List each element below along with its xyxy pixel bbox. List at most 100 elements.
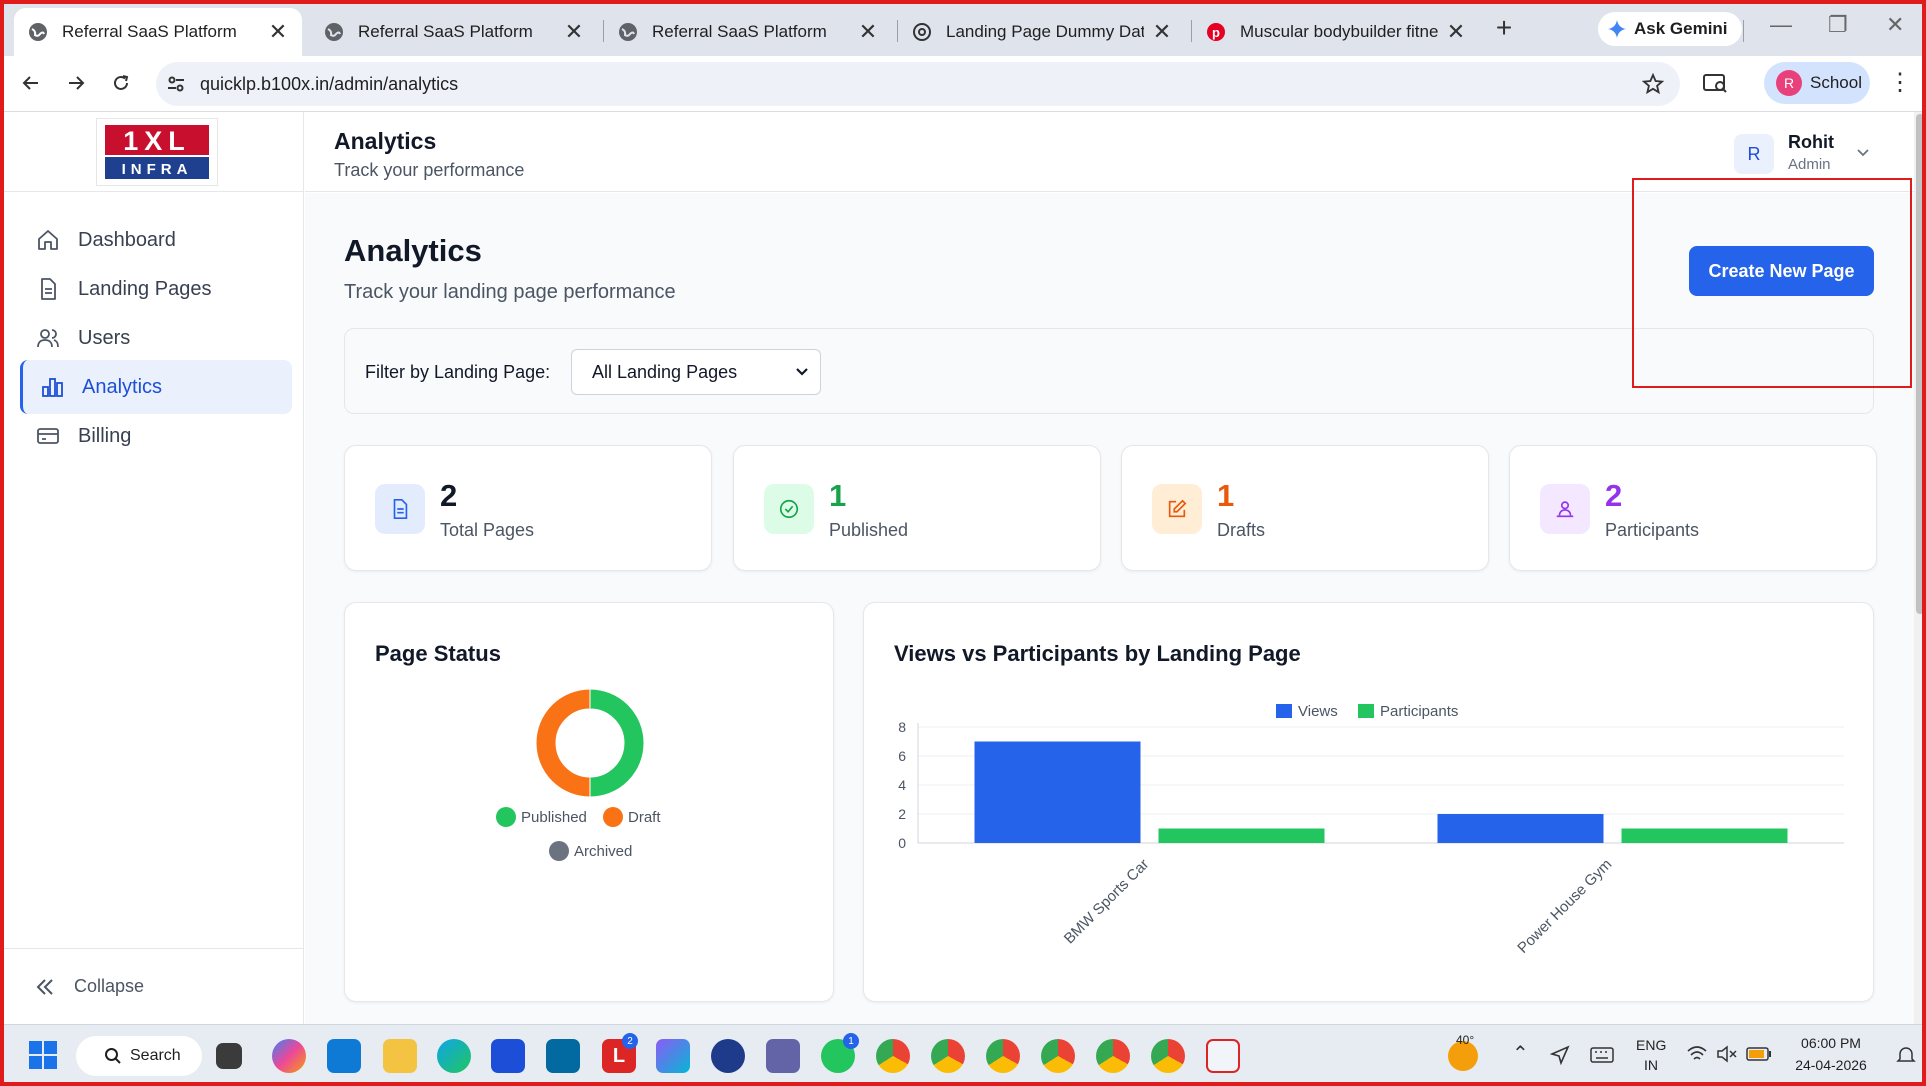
bar-views[interactable] [974, 741, 1141, 844]
chrome-icon[interactable] [1151, 1039, 1185, 1073]
close-icon[interactable]: ✕ [268, 19, 288, 45]
speaker-muted-icon[interactable] [1716, 1045, 1738, 1063]
legend-label[interactable]: Draft [628, 809, 661, 826]
language-top[interactable]: ENG [1636, 1037, 1666, 1053]
file-explorer-icon[interactable] [383, 1039, 417, 1073]
browser-tab[interactable]: Referral SaaS Platform ✕ [14, 8, 302, 56]
close-icon[interactable]: ✕ [1446, 19, 1466, 45]
task-view-icon[interactable] [216, 1043, 242, 1069]
stat-label: Total Pages [440, 520, 535, 540]
page-scrollbar[interactable] [1914, 112, 1926, 1024]
chrome-icon[interactable] [931, 1039, 965, 1073]
taskbar-search[interactable]: Search [76, 1036, 202, 1076]
stat-card-drafts: 1 Drafts [1121, 445, 1489, 571]
close-icon[interactable]: ✕ [564, 19, 584, 45]
bar-participants[interactable] [1158, 828, 1325, 844]
donut-slice-published[interactable] [589, 688, 645, 798]
eclipse-icon[interactable] [711, 1039, 745, 1073]
battery-icon[interactable] [1746, 1047, 1772, 1061]
bar-chart[interactable]: 0 2 4 6 8 BMW Sports Car Power House Gym Views P… [864, 603, 1875, 1003]
pinterest-icon: p [1207, 23, 1225, 41]
reload-button[interactable] [106, 68, 136, 98]
clock-time[interactable]: 06:00 PM [1788, 1035, 1874, 1051]
sidebar-item-analytics[interactable]: Analytics [20, 360, 292, 414]
legend-swatch[interactable] [549, 841, 569, 861]
outlook-icon[interactable] [546, 1039, 580, 1073]
legend-swatch[interactable] [1276, 704, 1292, 718]
chrome-icon[interactable] [1096, 1039, 1130, 1073]
donut-chart[interactable]: Published Draft Archived [345, 603, 835, 1003]
more-menu-icon[interactable]: ⋮ [1888, 68, 1912, 97]
teams-icon[interactable] [766, 1039, 800, 1073]
location-icon[interactable] [1550, 1045, 1570, 1065]
legend-label[interactable]: Participants [1380, 703, 1458, 720]
collapse-label: Collapse [74, 976, 145, 996]
snipping-tool-icon[interactable] [1206, 1039, 1240, 1073]
browser-tab[interactable]: p Muscular bodybuilder fitness n ✕ [1192, 8, 1480, 56]
chrome-icon[interactable] [1041, 1039, 1075, 1073]
minimize-button[interactable]: — [1770, 12, 1792, 38]
bar-participants[interactable] [1621, 828, 1788, 844]
stat-icon-box [1152, 484, 1202, 534]
sidebar-item-dashboard[interactable]: Dashboard [20, 213, 292, 267]
stat-label: Drafts [1217, 520, 1266, 540]
browser-tab[interactable]: Landing Page Dummy Data ✕ [898, 8, 1186, 56]
sidebar-item-label: Users [78, 326, 131, 349]
chevron-up-icon[interactable]: ⌃ [1512, 1041, 1529, 1066]
cast-search-icon[interactable] [1702, 72, 1728, 96]
copilot-icon[interactable] [272, 1039, 306, 1073]
chevron-down-icon[interactable] [1855, 144, 1871, 160]
browser-tab[interactable]: Referral SaaS Platform ✕ [310, 8, 598, 56]
window-close-button[interactable]: ✕ [1886, 12, 1904, 38]
keyboard-icon[interactable] [1590, 1047, 1614, 1063]
browser-tab[interactable]: Referral SaaS Platform ✕ [604, 8, 892, 56]
legend-swatch[interactable] [496, 807, 516, 827]
star-icon[interactable] [1642, 73, 1664, 95]
tab-title: Referral SaaS Platform [652, 22, 827, 41]
page-subtitle: Track your landing page performance [344, 281, 676, 303]
legend-swatch[interactable] [1358, 704, 1374, 718]
chrome-icon[interactable] [876, 1039, 910, 1073]
sidebar-item-landing-pages[interactable]: Landing Pages [20, 262, 292, 316]
language-bottom[interactable]: IN [1636, 1057, 1666, 1073]
profile-chip[interactable]: R School [1764, 62, 1870, 104]
close-icon[interactable]: ✕ [858, 19, 878, 45]
m365-icon[interactable] [656, 1039, 690, 1073]
logo-wordmark: 1XL [123, 126, 191, 156]
legend-label[interactable]: Archived [574, 843, 632, 860]
brand-logo[interactable]: 1XL INFRA [96, 118, 218, 186]
back-button[interactable] [16, 68, 46, 98]
clock-date[interactable]: 24-04-2026 [1788, 1057, 1874, 1073]
legend-label[interactable]: Views [1298, 703, 1338, 720]
new-tab-button[interactable]: + [1488, 12, 1520, 44]
windows-start-icon[interactable] [28, 1040, 58, 1070]
sidebar-item-billing[interactable]: Billing [20, 409, 292, 463]
stat-card-participants: 2 Participants [1509, 445, 1877, 571]
ask-gemini-button[interactable]: Ask Gemini [1598, 12, 1742, 46]
notifications-icon[interactable] [1896, 1045, 1916, 1065]
vscode-icon[interactable] [327, 1039, 361, 1073]
legend-label[interactable]: Published [521, 809, 587, 826]
legend-swatch[interactable] [603, 807, 623, 827]
store-icon[interactable] [491, 1039, 525, 1073]
stat-card-published: 1 Published [733, 445, 1101, 571]
restore-button[interactable]: ❐ [1828, 12, 1848, 38]
user-name[interactable]: Rohit [1788, 132, 1834, 153]
omnibox[interactable]: quicklp.b100x.in/admin/analytics [156, 62, 1680, 106]
sidebar-item-label: Landing Pages [78, 277, 212, 300]
select-value: All Landing Pages [592, 361, 738, 382]
scrollbar-thumb[interactable] [1916, 114, 1924, 614]
forward-button[interactable] [61, 68, 91, 98]
bar-views[interactable] [1437, 814, 1604, 843]
close-icon[interactable]: ✕ [1152, 19, 1172, 45]
landing-page-select[interactable]: All Landing Pages [571, 349, 821, 395]
edge-icon[interactable] [437, 1039, 471, 1073]
page-title: Analytics [344, 233, 482, 268]
sidebar-item-users[interactable]: Users [20, 311, 292, 365]
donut-slice-draft[interactable] [535, 688, 591, 798]
collapse-button[interactable]: Collapse [4, 948, 304, 1024]
site-settings-icon[interactable] [166, 74, 186, 94]
chrome-icon[interactable] [986, 1039, 1020, 1073]
wifi-icon[interactable] [1686, 1045, 1708, 1063]
avatar[interactable]: R [1734, 134, 1774, 174]
